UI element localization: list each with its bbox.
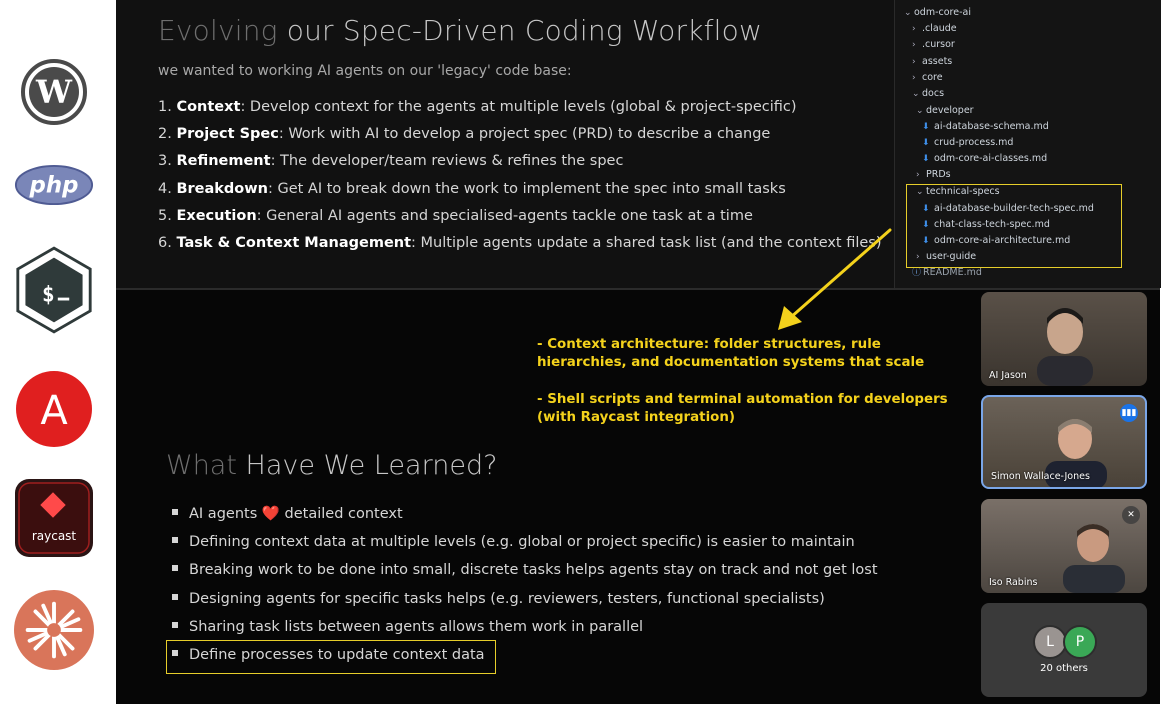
microphone-muted-icon: ✕: [1122, 506, 1140, 524]
workflow-step: 4. Breakdown: Get AI to break down the w…: [158, 180, 786, 197]
chevron-down-icon: ⌄: [916, 106, 924, 116]
raycast-logo: raycast: [14, 478, 94, 558]
participant-name: Iso Rabins: [989, 577, 1038, 588]
participant-tile-ai-jason[interactable]: AI Jason: [981, 292, 1147, 386]
bullet-icon: [172, 593, 178, 600]
workflow-step: 2. Project Spec: Work with AI to develop…: [158, 126, 771, 143]
tree-folder-docs[interactable]: ⌄ docs: [912, 87, 944, 101]
php-icon: php: [14, 165, 94, 205]
lesson-item: Breaking work to be done into small, dis…: [172, 559, 878, 587]
annotation-line: (with Raycast integration): [537, 410, 736, 425]
claude-logo: [14, 590, 94, 670]
lesson-item: Designing agents for specific tasks help…: [172, 588, 878, 616]
participant-avatar: P: [1063, 625, 1097, 659]
svg-text:W: W: [35, 73, 73, 111]
wordpress-icon: W: [21, 59, 87, 125]
participant-avatar: L: [1033, 625, 1067, 659]
participant-tile-iso-rabins[interactable]: ✕ Iso Rabins: [981, 499, 1147, 593]
raycast-icon: raycast: [15, 479, 93, 557]
annotation-arrow-icon: [778, 228, 892, 330]
chevron-right-icon: ›: [912, 40, 916, 50]
claude-starburst-icon: [14, 590, 94, 670]
speaking-indicator-icon: ▮▮▮: [1120, 404, 1138, 422]
tree-file-readme[interactable]: ⓘ README.md: [912, 266, 982, 280]
tree-file[interactable]: ⬇ odm-core-ai-classes.md: [922, 152, 1047, 166]
svg-text:$: $: [42, 282, 55, 306]
info-icon: ⓘ: [912, 268, 922, 278]
technical-specs-highlight-box: [906, 184, 1122, 268]
annotation-line: - Shell scripts and terminal automation …: [537, 392, 948, 407]
tree-folder-assets[interactable]: › assets: [912, 55, 952, 69]
participant-video-icon: [1037, 308, 1093, 386]
heart-icon: ❤️: [261, 506, 280, 522]
chevron-right-icon: ›: [912, 57, 916, 67]
bottom-slide-title: What Have We Learned?: [166, 450, 498, 481]
lesson-item: AI agents ❤️ detailed context: [172, 503, 878, 531]
wordpress-logo: W: [14, 52, 94, 132]
workflow-step: 3. Refinement: The developer/team review…: [158, 153, 624, 170]
annotation-line: - Context architecture: folder structure…: [537, 337, 881, 352]
tree-file[interactable]: ⬇ ai-database-schema.md: [922, 120, 1049, 134]
participant-tile-simon-wallace-jones[interactable]: ▮▮▮ Simon Wallace-Jones: [981, 395, 1147, 489]
markdown-file-icon: ⬇: [922, 138, 930, 148]
bullet-icon: [172, 537, 178, 544]
svg-text:php: php: [29, 173, 79, 199]
chevron-right-icon: ›: [912, 73, 916, 83]
bullet-icon: [172, 509, 178, 515]
top-slide-subtitle: we wanted to working AI agents on our 'l…: [158, 63, 572, 79]
top-slide-title: Evolving our Spec-Driven Coding Workflow: [158, 14, 763, 47]
tree-folder-prds[interactable]: › PRDs: [916, 168, 951, 182]
tree-folder-claude[interactable]: › .claude: [912, 22, 957, 36]
tree-folder-core[interactable]: › core: [912, 71, 943, 85]
php-logo: php: [14, 145, 94, 225]
markdown-file-icon: ⬇: [922, 154, 930, 164]
annotation-line: hierarchies, and documentation systems t…: [537, 355, 925, 370]
ansible-logo: A: [14, 369, 94, 449]
tree-root-folder[interactable]: ⌄ odm-core-ai: [904, 6, 971, 20]
participant-name: AI Jason: [989, 370, 1027, 381]
bullet-icon: [172, 621, 178, 628]
chevron-down-icon: ⌄: [904, 8, 912, 18]
tree-folder-cursor[interactable]: › .cursor: [912, 38, 955, 52]
define-processes-highlight-box: [166, 640, 496, 674]
tree-file[interactable]: ⬇ crud-process.md: [922, 136, 1013, 150]
bullet-icon: [172, 565, 178, 572]
chevron-down-icon: ⌄: [912, 89, 920, 99]
chevron-right-icon: ›: [916, 170, 920, 180]
bash-logo: $: [14, 246, 94, 334]
bash-terminal-icon: $: [16, 246, 92, 334]
workflow-step: 1. Context: Develop context for the agen…: [158, 99, 797, 115]
svg-text:raycast: raycast: [32, 529, 77, 543]
ansible-icon: A: [16, 371, 92, 447]
svg-text:A: A: [40, 388, 68, 434]
chevron-right-icon: ›: [912, 24, 916, 34]
participant-video-icon: [1063, 524, 1125, 593]
lesson-item: Defining context data at multiple levels…: [172, 531, 878, 559]
others-participants-tile[interactable]: L P 20 others: [981, 603, 1147, 697]
markdown-file-icon: ⬇: [922, 122, 930, 132]
participant-name: Simon Wallace-Jones: [991, 471, 1090, 482]
tree-folder-developer[interactable]: ⌄ developer: [916, 104, 974, 118]
others-count-label: 20 others: [1040, 663, 1088, 674]
